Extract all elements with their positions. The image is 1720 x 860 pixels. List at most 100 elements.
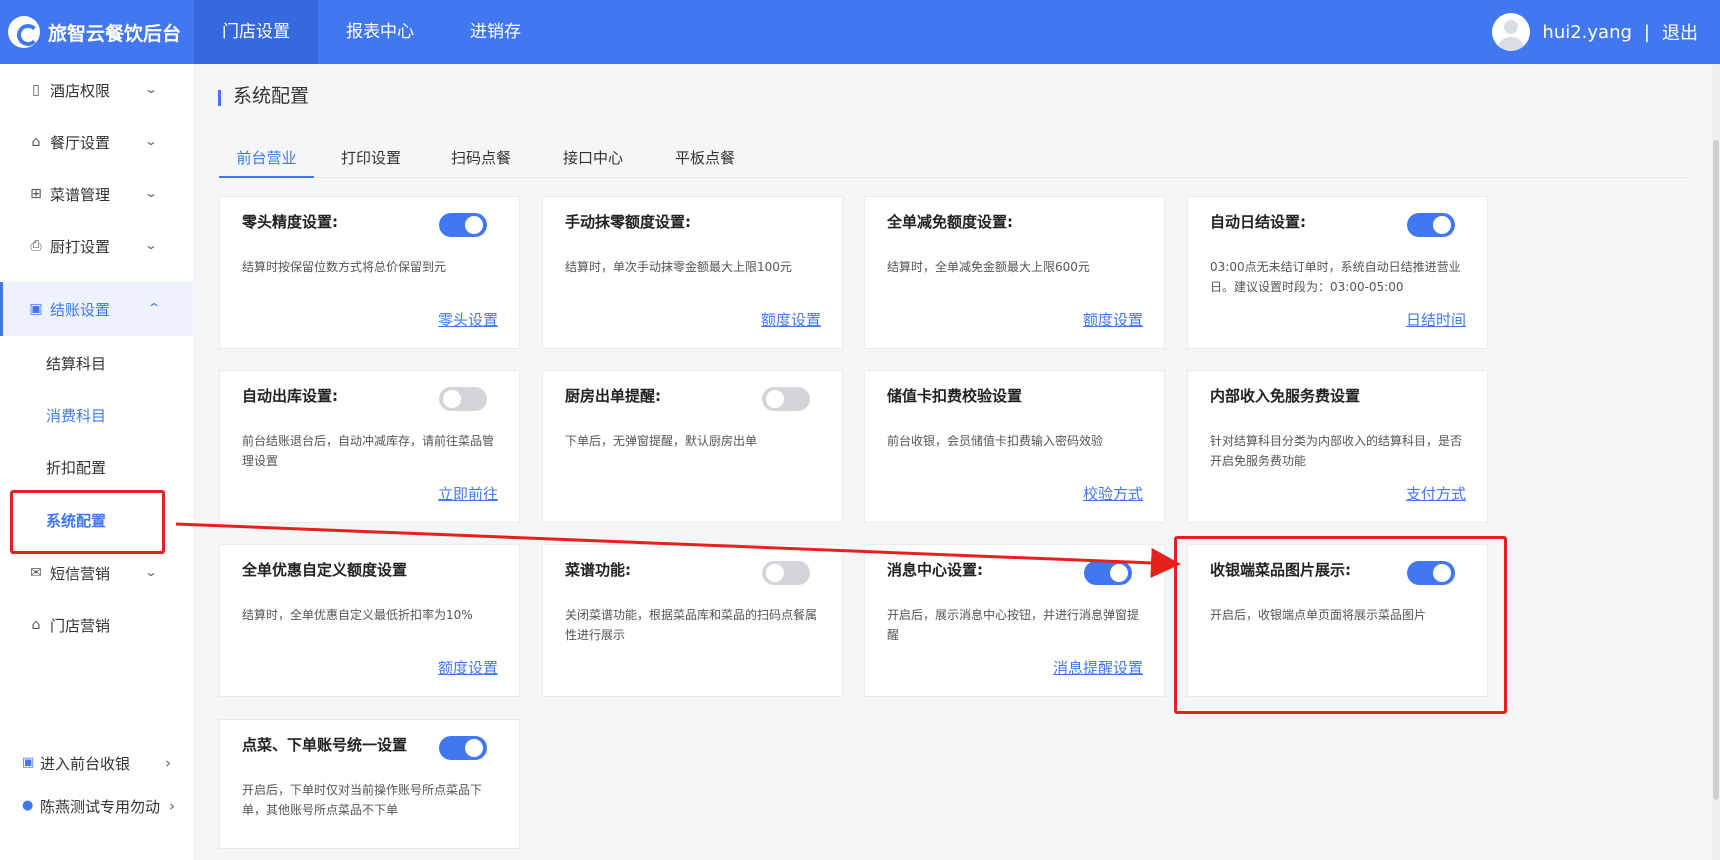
username[interactable]: hui2.yang [1542, 22, 1632, 43]
card-link[interactable]: 零头设置 [438, 309, 498, 330]
card-link[interactable]: 消息提醒设置 [1053, 657, 1143, 678]
card-title: 手动抹零额度设置: [565, 213, 691, 231]
card-account-unify: 点菜、下单账号统一设置 开启后，下单时仅对当前操作账号所点菜品下单，其他账号所点菜… [219, 719, 520, 849]
card-stored-card-verify: 储值卡扣费校验设置前台收银，会员储值卡扣费输入密码效验校验方式 [864, 370, 1165, 523]
sidebar-sub-settlement-subject[interactable]: 结算科目 [0, 338, 193, 390]
card-link[interactable]: 支付方式 [1406, 483, 1466, 504]
card-link[interactable]: 日结时间 [1406, 309, 1466, 330]
sidebar-sub-consumption-subject[interactable]: 消费科目 [0, 390, 193, 442]
logout-link[interactable]: 退出 [1662, 19, 1698, 45]
toggle-knob [1433, 216, 1451, 234]
sidebar-sub-system-config[interactable]: 系统配置 [0, 495, 193, 547]
topnav-report-center[interactable]: 报表中心 [318, 0, 442, 64]
card-title: 零头精度设置: [242, 213, 338, 231]
scrollbar[interactable] [1712, 64, 1720, 860]
sidebar-item-menu-management[interactable]: ⊞ 菜谱管理 ⌄ [0, 168, 193, 220]
sidebar-item-label: 短信营销 [50, 564, 111, 583]
chevron-down-icon: ⌄ [143, 186, 159, 200]
card-link[interactable]: 额度设置 [1083, 309, 1143, 330]
card-link[interactable]: 立即前往 [438, 483, 498, 504]
toggle-switch[interactable] [762, 561, 810, 585]
card-manual-wipe: 手动抹零额度设置: 结算时，单次手动抹零金额最大上限100元额度设置 [542, 196, 843, 349]
card-title: 内部收入免服务费设置 [1210, 387, 1361, 405]
card-link[interactable]: 额度设置 [761, 309, 821, 330]
location-pin-icon: ● [22, 798, 34, 813]
tab-scan-order[interactable]: 扫码点餐 [441, 140, 521, 178]
tab-front-desk[interactable]: 前台营业 [219, 140, 314, 178]
sidebar-sub-discount-config[interactable]: 折扣配置 [0, 442, 193, 494]
toggle-switch[interactable] [439, 213, 487, 237]
printer-icon: ⎙ [30, 238, 42, 254]
avatar[interactable] [1492, 13, 1531, 51]
card-description: 下单后，无弹窗提醒，默认厨房出单 [565, 434, 758, 448]
toggle-switch[interactable] [1407, 213, 1455, 237]
card-title: 自动出库设置: [242, 387, 338, 405]
toggle-switch[interactable] [762, 387, 810, 411]
card-title: 自动日结设置: [1210, 213, 1306, 231]
topnav-store-settings[interactable]: 门店设置 [194, 0, 318, 64]
chevron-right-icon: › [165, 754, 171, 772]
card-description: 开启后，展示消息中心按钮，并进行消息弹窗提醒 [887, 608, 1140, 642]
sidebar-item-hotel-permission[interactable]: ▯ 酒店权限 ⌄ [0, 64, 193, 116]
card-link[interactable]: 校验方式 [1083, 483, 1143, 504]
mail-icon: ✉ [30, 565, 42, 581]
brand-name: 旅智云餐饮后台 [48, 22, 182, 45]
brand-logo-icon [8, 16, 40, 48]
monitor-icon: ▣ [22, 755, 35, 770]
store-name: 陈燕测试专用勿动 [40, 797, 161, 816]
brand[interactable]: 旅智云餐饮后台 [0, 0, 194, 64]
sidebar-item-label: 结账设置 [50, 300, 111, 319]
sidebar-item-label: 酒店权限 [50, 81, 111, 100]
top-nav: 门店设置 报表中心 进销存 [194, 0, 549, 64]
sidebar-item-label: 菜谱管理 [50, 185, 111, 204]
card-custom-discount: 全单优惠自定义额度设置 结算时，全单优惠自定义最低折扣率为10% 额度设置 [219, 544, 520, 697]
building-icon: ▯ [32, 82, 40, 98]
card-title: 菜谱功能: [565, 561, 631, 579]
card-description: 结算时，全单减免金额最大上限600元 [887, 260, 1090, 274]
topnav-inventory[interactable]: 进销存 [442, 0, 549, 64]
card-rounding: 零头精度设置: 结算时按保留位数方式将总价保留到元零头设置 [219, 196, 520, 349]
chevron-down-icon: ⌄ [143, 565, 159, 579]
enter-cashier-link[interactable]: ▣ 进入前台收银 › [0, 743, 193, 783]
card-title: 全单优惠自定义额度设置 [242, 561, 408, 579]
tab-interface-center[interactable]: 接口中心 [553, 140, 633, 178]
card-title: 厨房出单提醒: [565, 387, 661, 405]
store-selector[interactable]: ● 陈燕测试专用勿动 › [0, 786, 193, 826]
card-message-center: 消息中心设置: 开启后，展示消息中心按钮，并进行消息弹窗提醒 消息提醒设置 [864, 544, 1165, 697]
user-area: hui2.yang | 退出 [1492, 0, 1698, 64]
chevron-down-icon: ⌄ [143, 134, 159, 148]
toggle-switch[interactable] [1084, 561, 1132, 585]
toggle-switch[interactable] [1407, 561, 1455, 585]
toggle-switch[interactable] [439, 736, 487, 760]
tab-print-settings[interactable]: 打印设置 [331, 140, 411, 178]
sidebar-item-kitchen-print[interactable]: ⎙ 厨打设置 ⌄ [0, 220, 193, 272]
sidebar-item-store-marketing[interactable]: ⌂ 门店营销 [0, 599, 193, 651]
card-cashier-dish-image: 收银端菜品图片展示: 开启后，收银端点单页面将展示菜品图片 [1187, 544, 1488, 697]
sidebar-item-restaurant-settings[interactable]: ⌂ 餐厅设置 ⌄ [0, 116, 193, 168]
toggle-knob [1433, 564, 1451, 582]
card-description: 结算时，单次手动抹零金额最大上限100元 [565, 260, 792, 274]
card-full-discount: 全单减免额度设置: 结算时，全单减免金额最大上限600元 额度设置 [864, 196, 1165, 349]
sidebar-item-sms-marketing[interactable]: ✉ 短信营销 ⌄ [0, 547, 193, 599]
scrollbar-thumb[interactable] [1713, 140, 1719, 800]
card-description: 前台结账退台后，自动冲减库存，请前往菜品管理设置 [242, 434, 495, 468]
cloche-icon: ⌂ [31, 134, 41, 150]
card-auto-outbound: 自动出库设置: 前台结账退台后，自动冲减库存，请前往菜品管理设置立即前往 [219, 370, 520, 523]
chevron-up-icon: ⌃ [146, 301, 162, 315]
tab-tablet-order[interactable]: 平板点餐 [665, 140, 745, 178]
toggle-switch[interactable] [439, 387, 487, 411]
card-kitchen-reminder: 厨房出单提醒: 下单后，无弹窗提醒，默认厨房出单 [542, 370, 843, 523]
card-description: 前台收银，会员储值卡扣费输入密码效验 [887, 434, 1104, 448]
card-description: 开启后，下单时仅对当前操作账号所点菜品下单，其他账号所点菜品不下单 [242, 783, 483, 817]
page-title: 系统配置 [218, 87, 309, 106]
chevron-right-icon: › [169, 797, 175, 815]
sidebar-item-label: 餐厅设置 [50, 133, 111, 152]
card-description: 结算时按保留位数方式将总价保留到元 [242, 260, 447, 274]
card-link[interactable]: 额度设置 [438, 657, 498, 678]
sidebar-item-checkout-settings[interactable]: ▣ 结账设置 ⌃ [0, 282, 193, 336]
chevron-down-icon: ⌄ [143, 238, 159, 252]
card-title: 储值卡扣费校验设置 [887, 387, 1023, 405]
card-description: 针对结算科目分类为内部收入的结算科目，是否开启免服务费功能 [1210, 434, 1463, 468]
store-icon: ⌂ [31, 617, 41, 633]
toggle-knob [465, 216, 483, 234]
